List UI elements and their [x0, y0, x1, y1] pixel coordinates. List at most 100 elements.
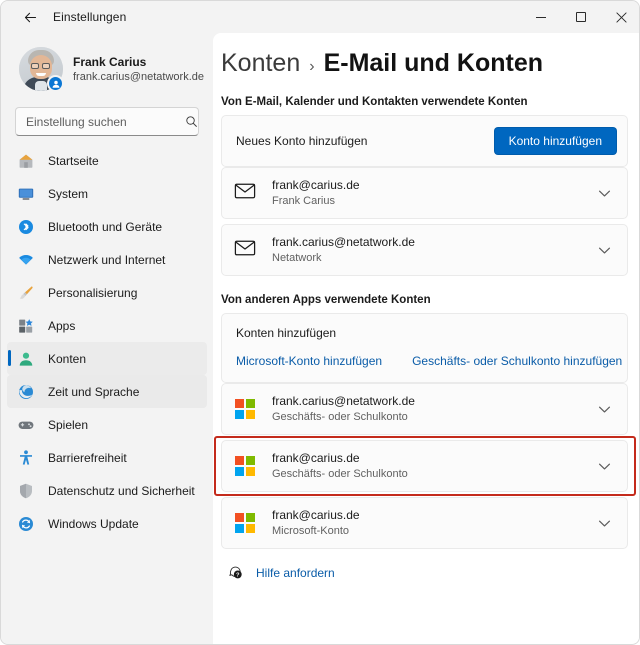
shield-icon — [17, 482, 35, 500]
account-subtitle: Microsoft-Konto — [272, 524, 593, 538]
sidebar-item-personalisierung[interactable]: Personalisierung — [7, 276, 207, 309]
account-icon — [234, 456, 256, 476]
home-icon — [17, 152, 35, 170]
account-text: frank.carius@netatwork.deNetatwork — [272, 235, 593, 265]
add-microsoft-account-link[interactable]: Microsoft-Konto hinzufügen — [236, 354, 382, 368]
chevron-down-icon[interactable] — [593, 516, 615, 531]
account-icon — [234, 513, 256, 533]
account-title: frank@carius.de — [272, 451, 593, 466]
link-spacer — [382, 354, 412, 368]
profile-text: Frank Carius frank.carius@netatwork.de — [73, 55, 204, 84]
account-title: frank@carius.de — [272, 178, 593, 193]
sidebar-item-bluetooth-und-ger-te[interactable]: Bluetooth und Geräte — [7, 210, 207, 243]
app-accounts-list: frank.carius@netatwork.de Geschäfts- oder… — [213, 383, 640, 549]
chevron-down-icon[interactable] — [593, 243, 615, 258]
close-button[interactable] — [601, 1, 640, 33]
microsoft-logo-icon — [235, 513, 255, 533]
apps-icon — [17, 317, 35, 335]
account-badge-icon — [47, 75, 64, 92]
sidebar-item-label: Startseite — [48, 154, 99, 168]
get-help-label: Hilfe anfordern — [256, 566, 335, 580]
search-icon — [185, 115, 198, 128]
settings-window: Einstellungen — [0, 0, 640, 645]
add-account-button[interactable]: Konto hinzufügen — [494, 127, 617, 155]
section-title-apps: Von anderen Apps verwendete Konten — [221, 294, 640, 306]
account-icon — [234, 399, 256, 419]
account-row[interactable]: frank@carius.deMicrosoft-Konto — [221, 497, 628, 549]
maximize-icon — [576, 12, 586, 22]
sidebar-item-label: Datenschutz und Sicherheit — [48, 484, 195, 498]
account-title: frank@carius.de — [272, 508, 593, 523]
sidebar-item-barrierefreiheit[interactable]: Barrierefreiheit — [7, 441, 207, 474]
wifi-icon — [17, 251, 35, 269]
mail-envelope-icon — [234, 237, 256, 264]
account-title: frank.carius@netatwork.de — [272, 235, 593, 250]
minimize-button[interactable] — [521, 1, 561, 33]
sidebar-item-windows-update[interactable]: Windows Update — [7, 507, 207, 540]
back-arrow-icon — [23, 10, 38, 25]
account-row[interactable]: frank.carius@netatwork.deGeschäfts- oder… — [221, 383, 628, 435]
search-input[interactable] — [16, 115, 185, 129]
sidebar-item-zeit-und-sprache[interactable]: Zeit und Sprache — [7, 375, 207, 408]
app-accounts-region: frank.carius@netatwork.de Geschäfts- oder… — [213, 383, 640, 549]
sidebar-item-apps[interactable]: Apps — [7, 309, 207, 342]
sidebar-item-label: Konten — [48, 352, 86, 366]
sidebar-item-netzwerk-und-internet[interactable]: Netzwerk und Internet — [7, 243, 207, 276]
breadcrumb: Konten › E-Mail und Konten — [221, 49, 640, 78]
account-icon — [234, 237, 256, 264]
account-row[interactable]: frank@carius.deGeschäfts- oder Schulkont… — [221, 440, 628, 492]
get-help-link[interactable]: ? Hilfe anfordern — [227, 565, 335, 581]
account-text: frank@carius.deGeschäfts- oder Schulkont… — [272, 451, 593, 481]
sidebar-item-startseite[interactable]: Startseite — [7, 144, 207, 177]
main-content: Konten › E-Mail und Konten Von E-Mail, K… — [213, 33, 640, 645]
update-icon — [17, 515, 35, 533]
sidebar-item-system[interactable]: System — [7, 177, 207, 210]
account-text: frank.carius@netatwork.deGeschäfts- oder… — [272, 394, 593, 424]
profile-email: frank.carius@netatwork.de — [73, 70, 204, 84]
paintbrush-icon — [17, 284, 35, 302]
profile-card[interactable]: Frank Carius frank.carius@netatwork.de — [15, 43, 213, 95]
mail-accounts-list: frank@carius.deFrank Carius frank.carius@… — [213, 167, 640, 276]
chevron-down-icon[interactable] — [593, 459, 615, 474]
chevron-down-icon[interactable] — [593, 402, 615, 417]
account-subtitle: Geschäfts- oder Schulkonto — [272, 467, 593, 481]
title-bar: Einstellungen — [1, 1, 640, 33]
search-box[interactable] — [15, 107, 199, 136]
account-text: frank@carius.deMicrosoft-Konto — [272, 508, 593, 538]
app-title: Einstellungen — [53, 10, 126, 24]
sidebar-item-label: Apps — [48, 319, 75, 333]
add-accounts-links: Microsoft-Konto hinzufügen Geschäfts- od… — [236, 354, 613, 368]
avatar — [19, 47, 63, 91]
window-controls — [521, 1, 640, 33]
profile-name: Frank Carius — [73, 55, 204, 70]
sidebar-item-spielen[interactable]: Spielen — [7, 408, 207, 441]
sidebar: Frank Carius frank.carius@netatwork.de S… — [1, 33, 213, 645]
breadcrumb-parent[interactable]: Konten — [221, 49, 300, 78]
back-button[interactable] — [13, 2, 47, 32]
sidebar-item-label: Bluetooth und Geräte — [48, 220, 162, 234]
clock-globe-icon — [17, 383, 35, 401]
add-accounts-card: Konten hinzufügen Microsoft-Konto hinzuf… — [221, 313, 628, 383]
add-work-account-link[interactable]: Geschäfts- oder Schulkonto hinzufügen — [412, 354, 622, 368]
sidebar-item-label: Windows Update — [48, 517, 139, 531]
breadcrumb-separator-icon: › — [309, 58, 314, 76]
account-row[interactable]: frank@carius.deFrank Carius — [221, 167, 628, 219]
help-question-icon: ? — [227, 565, 245, 581]
add-accounts-label: Konten hinzufügen — [236, 326, 613, 340]
account-title: frank.carius@netatwork.de — [272, 394, 593, 409]
add-new-account-label: Neues Konto hinzufügen — [236, 134, 494, 148]
account-row[interactable]: frank.carius@netatwork.deNetatwork — [221, 224, 628, 276]
account-text: frank@carius.deFrank Carius — [272, 178, 593, 208]
svg-text:?: ? — [236, 573, 240, 579]
sidebar-item-label: Barrierefreiheit — [48, 451, 127, 465]
sidebar-item-datenschutz-und-sicherheit[interactable]: Datenschutz und Sicherheit — [7, 474, 207, 507]
chevron-down-icon[interactable] — [593, 186, 615, 201]
account-subtitle: Frank Carius — [272, 194, 593, 208]
sidebar-item-label: System — [48, 187, 88, 201]
minimize-icon — [536, 17, 546, 18]
monitor-icon — [17, 185, 35, 203]
sidebar-item-label: Personalisierung — [48, 286, 137, 300]
maximize-button[interactable] — [561, 1, 601, 33]
sidebar-nav: Startseite System Bluetooth und Geräte Netz… — [1, 144, 213, 540]
sidebar-item-konten[interactable]: Konten — [7, 342, 207, 375]
